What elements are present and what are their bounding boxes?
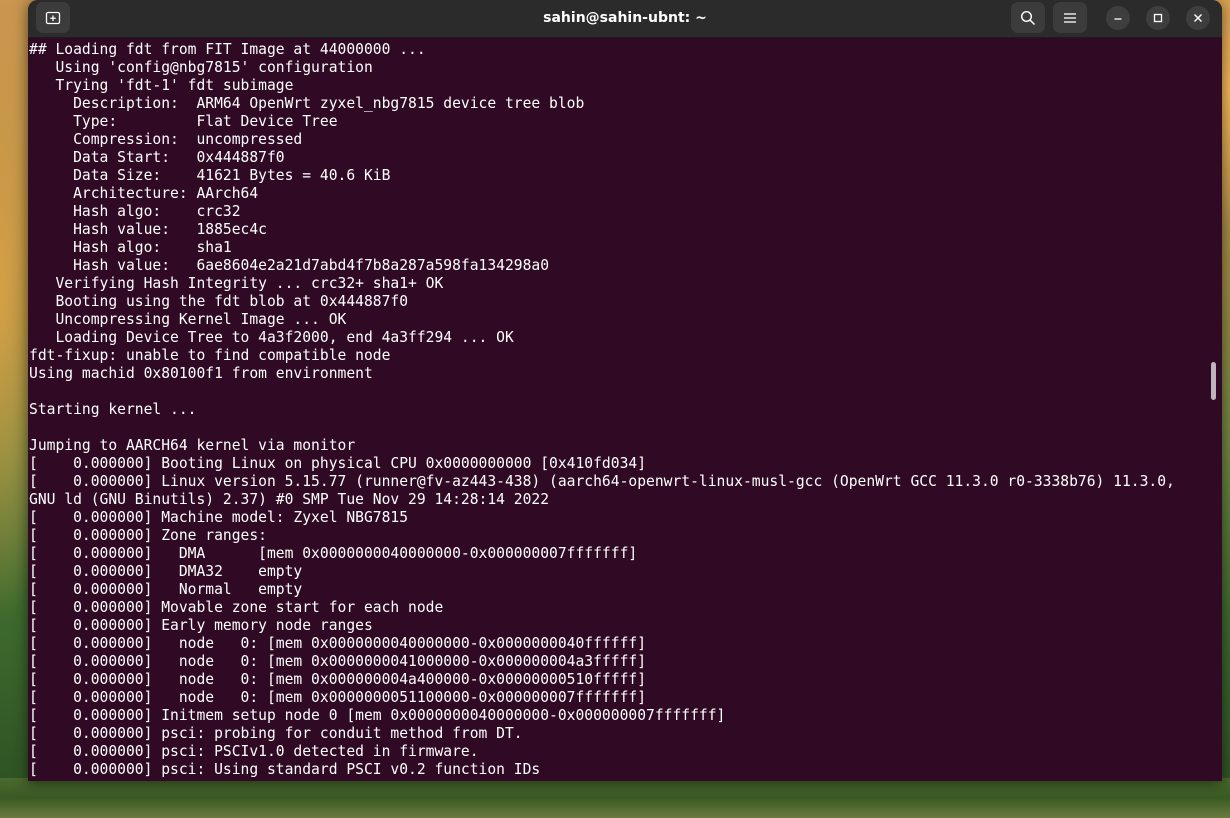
terminal-line: [ 0.000000] Linux version 5.15.77 (runne… xyxy=(29,473,1175,490)
terminal-line: Data Size: 41621 Bytes = 40.6 KiB xyxy=(29,167,391,184)
titlebar: sahin@sahin-ubnt: ~ xyxy=(28,0,1222,38)
terminal-line: [ 0.000000] Booting Linux on physical CP… xyxy=(29,455,647,472)
terminal-line: Using 'config@nbg7815' configuration xyxy=(29,59,373,76)
terminal-line: [ 0.000000] Initmem setup node 0 [mem 0x… xyxy=(29,707,726,724)
maximize-icon xyxy=(1153,13,1163,23)
terminal-line: [ 0.000000] node 0: [mem 0x0000000041000… xyxy=(29,653,647,670)
minimize-icon xyxy=(1114,18,1122,20)
maximize-button[interactable] xyxy=(1146,6,1170,30)
terminal-line: Starting kernel ... xyxy=(29,401,197,418)
minimize-button[interactable] xyxy=(1106,6,1130,30)
terminal-line: Hash value: 6ae8604e2a21d7abd4f7b8a287a5… xyxy=(29,257,550,274)
scrollbar-thumb[interactable] xyxy=(1211,362,1216,400)
terminal-line: [ 0.000000] node 0: [mem 0x000000004a400… xyxy=(29,671,647,688)
close-icon xyxy=(1194,14,1202,22)
terminal-line: Verifying Hash Integrity ... crc32+ sha1… xyxy=(29,275,444,292)
terminal-line: [ 0.000000] Movable zone start for each … xyxy=(29,599,444,616)
terminal-line: [ 0.000000] node 0: [mem 0x0000000051100… xyxy=(29,689,647,706)
terminal-line: [ 0.000000] psci: probing for conduit me… xyxy=(29,725,523,742)
terminal-line: Type: Flat Device Tree xyxy=(29,113,338,130)
terminal-line: Data Start: 0x444887f0 xyxy=(29,149,285,166)
terminal-line: Uncompressing Kernel Image ... OK xyxy=(29,311,347,328)
terminal-window: sahin@sahin-ubnt: ~ ## Loading fdt from … xyxy=(28,0,1222,781)
terminal-line: Architecture: AArch64 xyxy=(29,185,259,202)
terminal-line: [ 0.000000] psci: Using standard PSCI v0… xyxy=(29,761,541,778)
terminal-line: [ 0.000000] Zone ranges: xyxy=(29,527,267,544)
menu-button[interactable] xyxy=(1053,2,1087,33)
terminal-line: [ 0.000000] Machine model: Zyxel NBG7815 xyxy=(29,509,409,526)
terminal-line: Jumping to AARCH64 kernel via monitor xyxy=(29,437,356,454)
hamburger-menu-icon xyxy=(1064,12,1076,23)
terminal-line: ## Loading fdt from FIT Image at 4400000… xyxy=(29,41,426,58)
terminal-line: Using machid 0x80100f1 from environment xyxy=(29,365,373,382)
terminal-line: [ 0.000000] psci: PSCIv1.0 detected in f… xyxy=(29,743,479,760)
terminal-line: [ 0.000000] node 0: [mem 0x0000000040000… xyxy=(29,635,647,652)
terminal-line: Hash algo: crc32 xyxy=(29,203,241,220)
terminal-line: Hash algo: sha1 xyxy=(29,239,232,256)
terminal-line: Compression: uncompressed xyxy=(29,131,303,148)
terminal-line: Booting using the fdt blob at 0x444887f0 xyxy=(29,293,409,310)
terminal-line: [ 0.000000] DMA32 empty xyxy=(29,563,303,580)
search-icon xyxy=(1020,10,1036,25)
terminal-line: [ 0.000000] DMA [mem 0x0000000040000000-… xyxy=(29,545,638,562)
close-button[interactable] xyxy=(1186,6,1210,30)
terminal-line: [ 0.000000] Early memory node ranges xyxy=(29,617,373,634)
terminal-line: Description: ARM64 OpenWrt zyxel_nbg7815… xyxy=(29,95,585,112)
terminal-line: Loading Device Tree to 4a3f2000, end 4a3… xyxy=(29,329,514,346)
terminal-line: Hash value: 1885ec4c xyxy=(29,221,267,238)
terminal-line: fdt-fixup: unable to find compatible nod… xyxy=(29,347,391,364)
search-button[interactable] xyxy=(1011,2,1045,33)
terminal-output[interactable]: ## Loading fdt from FIT Image at 4400000… xyxy=(29,41,1209,781)
terminal-line: [ 0.000000] Normal empty xyxy=(29,581,303,598)
terminal-line: GNU ld (GNU Binutils) 2.37) #0 SMP Tue N… xyxy=(29,491,550,508)
wallpaper-ground xyxy=(0,778,1230,818)
terminal-line: Trying 'fdt-1' fdt subimage xyxy=(29,77,294,94)
